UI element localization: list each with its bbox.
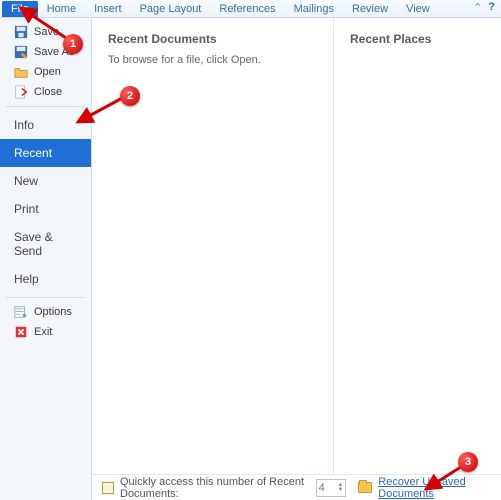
quick-access-count-input[interactable]: 4 ▲▼ [316, 479, 347, 497]
callout-2: 2 [120, 86, 140, 106]
tab-page-layout[interactable]: Page Layout [131, 1, 211, 17]
tab-insert[interactable]: Insert [85, 1, 131, 17]
recent-places-panel: Recent Places [334, 18, 501, 474]
quick-access-label: Quickly access this number of Recent Doc… [120, 476, 310, 500]
backstage-content: Recent Documents To browse for a file, c… [92, 18, 501, 500]
options-icon [14, 305, 28, 319]
recent-documents-heading: Recent Documents [108, 32, 317, 46]
recent-documents-hint: To browse for a file, click Open. [108, 54, 317, 66]
recover-unsaved-link[interactable]: Recover Unsaved Documents [378, 476, 491, 500]
tab-mailings[interactable]: Mailings [285, 1, 343, 17]
save-as-icon [14, 45, 28, 59]
sidebar-exit[interactable]: Exit [0, 322, 91, 342]
minimize-ribbon-icon[interactable]: ⌃ [473, 1, 482, 14]
backstage-sidebar: Save Save As Open Close Info Recent New … [0, 18, 92, 500]
ribbon-tabs: File Home Insert Page Layout References … [0, 0, 501, 18]
sidebar-open-label: Open [34, 66, 61, 78]
backstage-bottom-bar: Quickly access this number of Recent Doc… [92, 474, 501, 500]
quick-access-value: 4 [319, 482, 325, 494]
quick-access-checkbox[interactable] [102, 482, 114, 494]
spin-buttons[interactable]: ▲▼ [337, 483, 343, 493]
sidebar-save-send[interactable]: Save & Send [0, 223, 91, 265]
separator [6, 106, 85, 107]
sidebar-options[interactable]: Options [0, 302, 91, 322]
tab-file[interactable]: File [2, 1, 38, 17]
tab-home[interactable]: Home [38, 1, 85, 17]
sidebar-help[interactable]: Help [0, 265, 91, 293]
callout-3: 3 [458, 452, 478, 472]
sidebar-new[interactable]: New [0, 167, 91, 195]
sidebar-options-label: Options [34, 306, 72, 318]
sidebar-open[interactable]: Open [0, 62, 91, 82]
recent-places-heading: Recent Places [350, 32, 485, 46]
save-icon [14, 25, 28, 39]
close-icon [14, 85, 28, 99]
separator [6, 297, 85, 298]
help-icon[interactable]: ? [488, 1, 495, 14]
sidebar-exit-label: Exit [34, 326, 52, 338]
sidebar-print[interactable]: Print [0, 195, 91, 223]
sidebar-save-label: Save [34, 26, 59, 38]
tab-view[interactable]: View [397, 1, 439, 17]
tab-review[interactable]: Review [343, 1, 397, 17]
sidebar-recent[interactable]: Recent [0, 139, 91, 167]
recover-folder-icon [358, 482, 372, 493]
sidebar-info[interactable]: Info [0, 111, 91, 139]
sidebar-close[interactable]: Close [0, 82, 91, 102]
open-icon [14, 65, 28, 79]
sidebar-close-label: Close [34, 86, 62, 98]
callout-1: 1 [63, 34, 83, 54]
exit-icon [14, 325, 28, 339]
tab-references[interactable]: References [210, 1, 284, 17]
